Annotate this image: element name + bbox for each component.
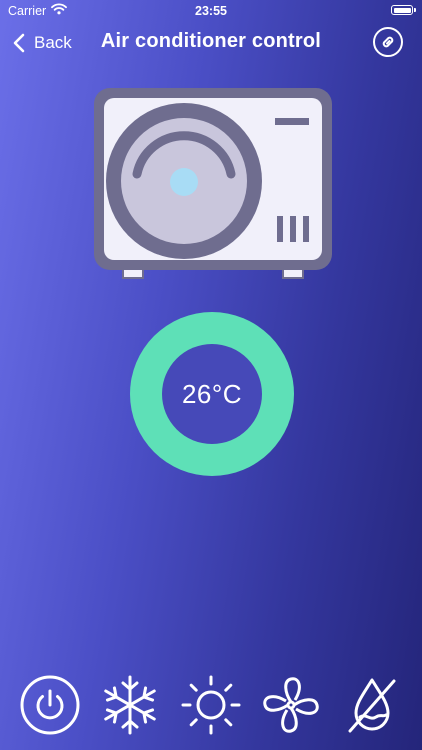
temperature-value: 26°C <box>181 378 243 409</box>
navigation-bar: Back Air conditioner control <box>0 22 422 66</box>
battery-icon <box>391 5 416 15</box>
power-button[interactable] <box>17 672 83 738</box>
fan-mode-button[interactable] <box>258 672 324 738</box>
sun-icon <box>179 673 243 737</box>
snowflake-icon <box>98 673 162 737</box>
dry-mode-button[interactable] <box>339 672 405 738</box>
clock: 23:55 <box>195 4 227 18</box>
power-icon <box>19 674 81 736</box>
mode-toolbar <box>0 672 422 742</box>
cool-mode-button[interactable] <box>97 672 163 738</box>
temperature-display: 26°C <box>162 344 262 444</box>
air-conditioner-illustration <box>93 86 333 282</box>
air-conditioner-outdoor-unit-icon <box>94 88 332 279</box>
drop-slash-icon <box>340 673 404 737</box>
heat-mode-button[interactable] <box>178 672 244 738</box>
status-bar: Carrier 23:55 <box>0 0 422 22</box>
link-button[interactable] <box>373 27 403 57</box>
link-icon <box>379 33 397 51</box>
temperature-dial[interactable]: 26°C <box>130 312 294 476</box>
page-title: Air conditioner control <box>100 30 322 52</box>
fan-icon <box>259 673 323 737</box>
